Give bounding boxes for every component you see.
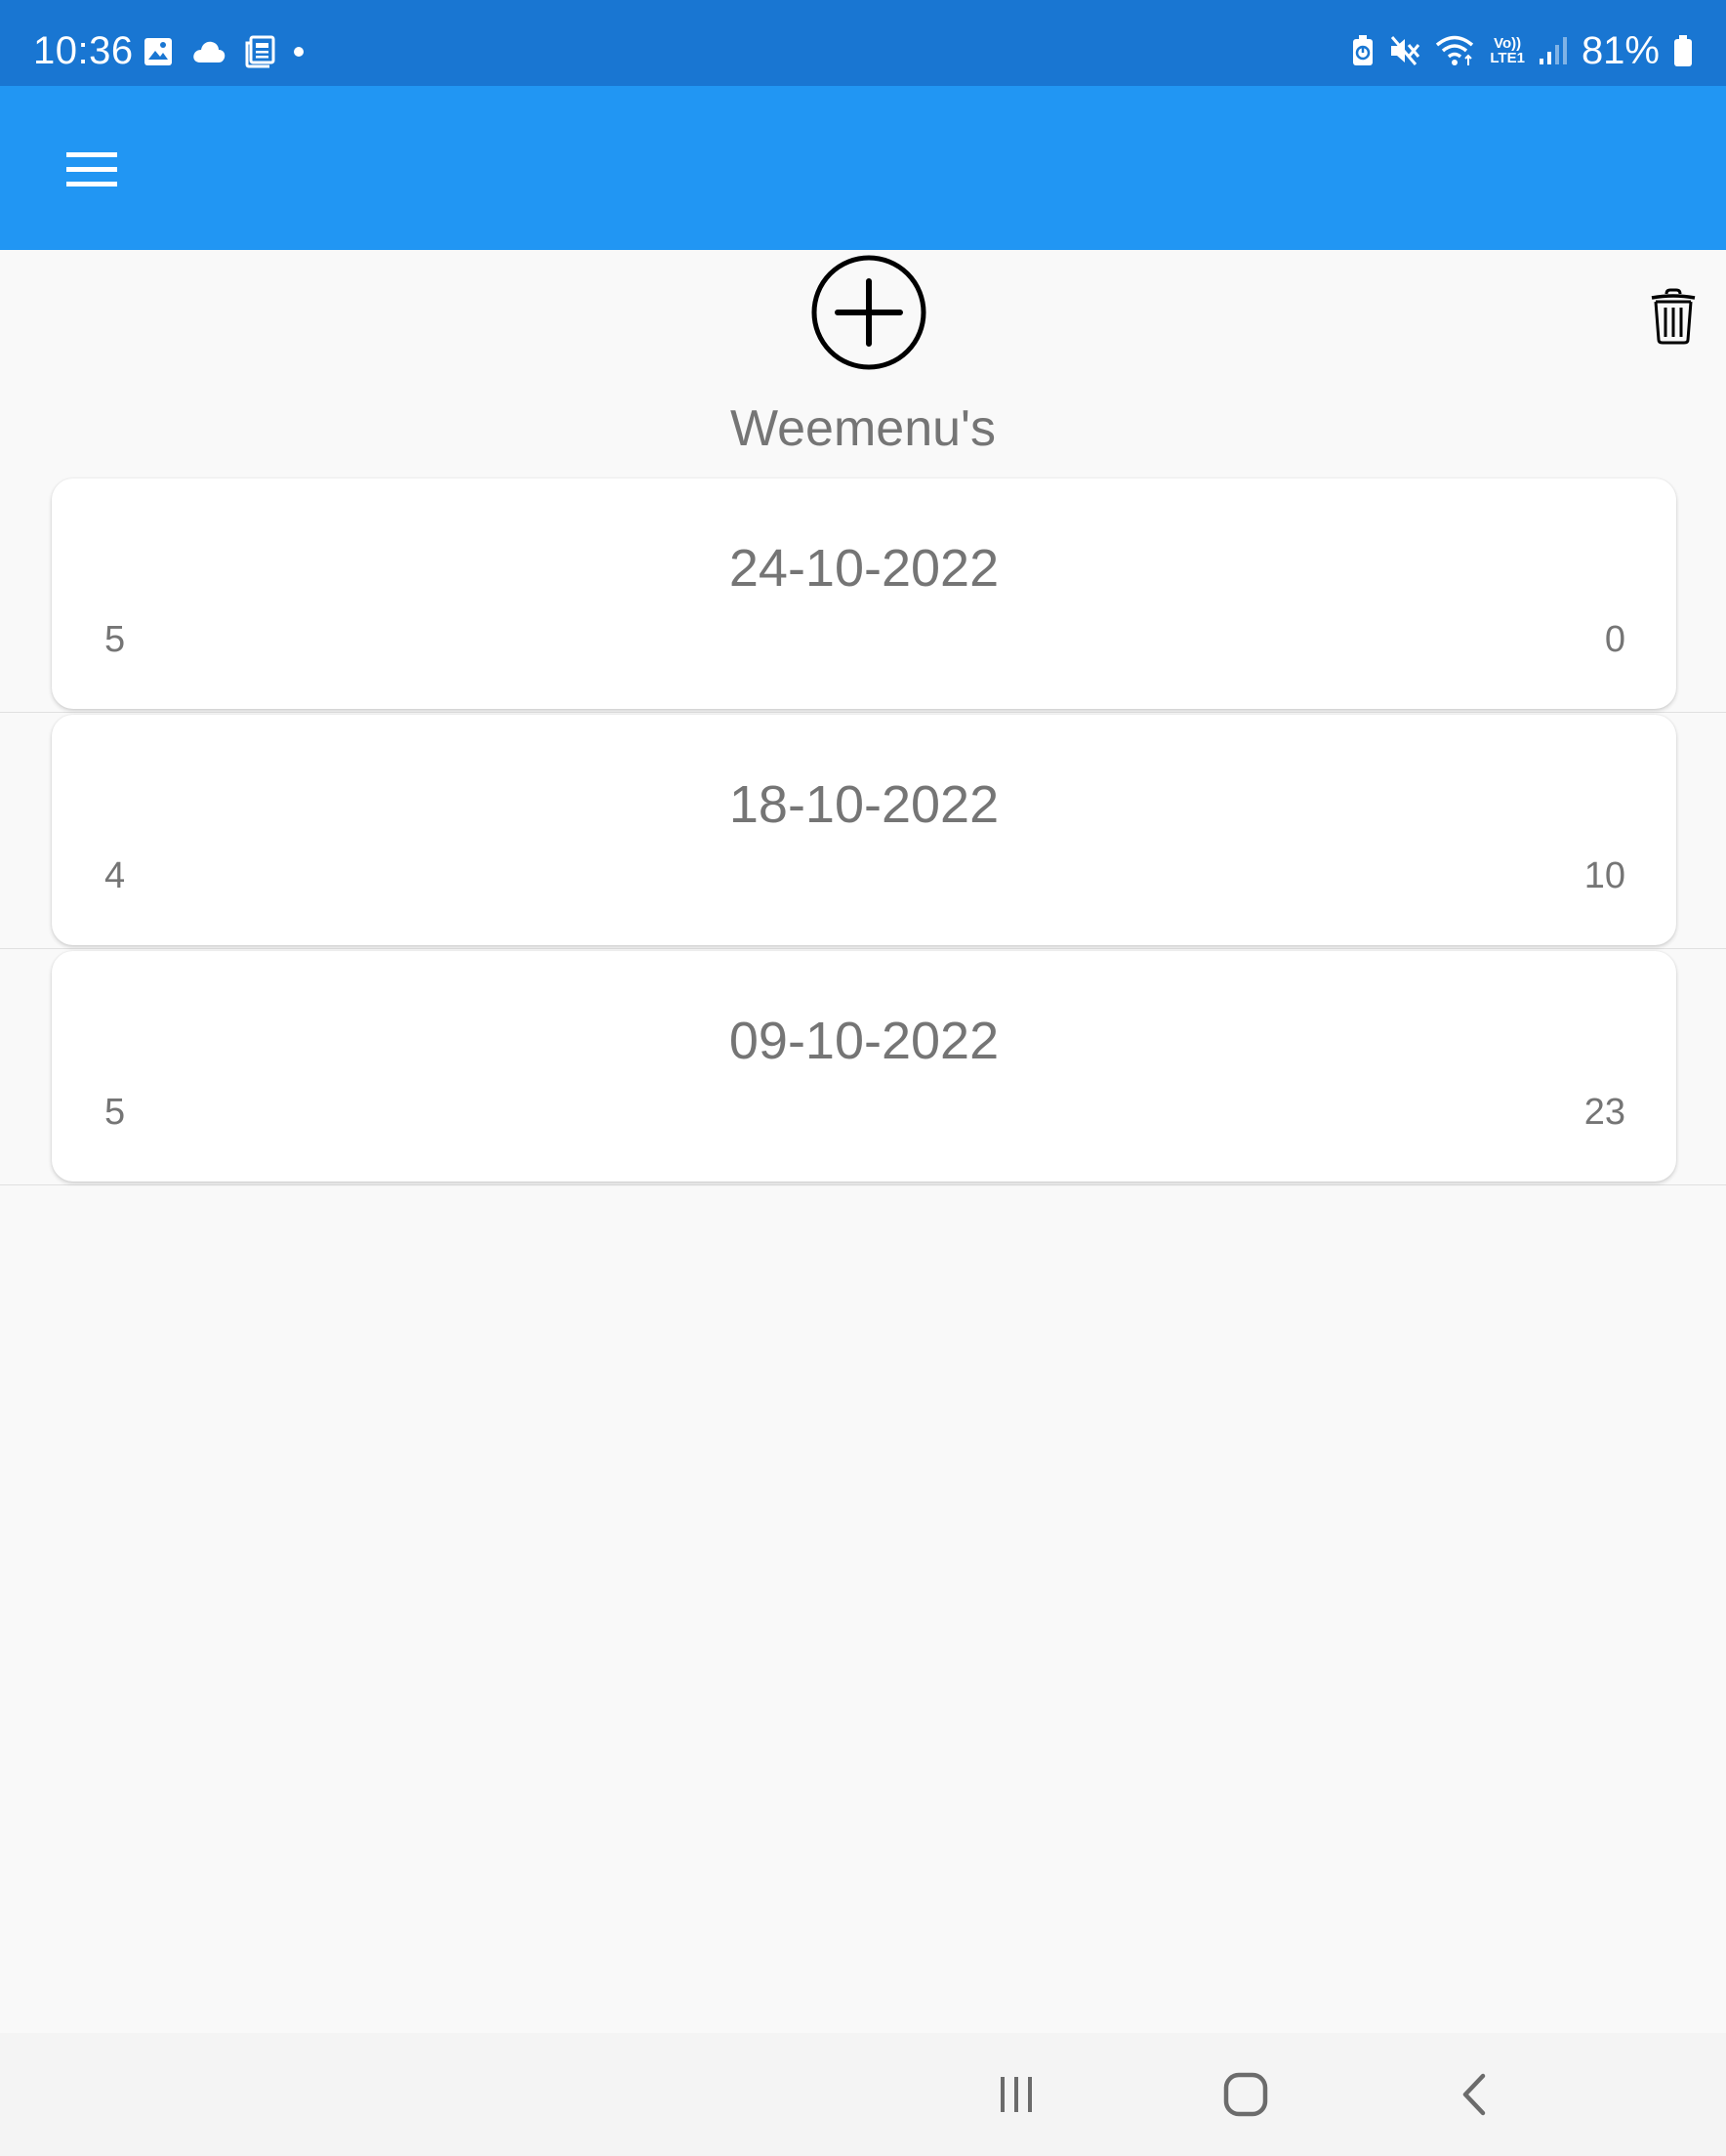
status-notification-icons <box>143 31 305 72</box>
image-icon <box>144 38 172 65</box>
app-bar <box>0 86 1726 250</box>
menu-left-value: 5 <box>104 619 126 660</box>
menu-list: 24-10-2022 5 0 18-10-2022 4 10 09-10-202… <box>0 477 1726 1185</box>
delete-button[interactable] <box>1646 285 1701 348</box>
menu-card[interactable]: 18-10-2022 4 10 <box>52 715 1676 945</box>
menu-button[interactable] <box>47 137 137 203</box>
home-icon <box>1223 2072 1268 2117</box>
add-button[interactable] <box>808 252 929 373</box>
menu-date: 09-10-2022 <box>728 1012 1000 1070</box>
battery-percent: 81% <box>1581 29 1660 72</box>
add-circle-icon <box>811 255 926 370</box>
volte-label: Vo)) <box>1494 35 1522 52</box>
navigation-bar <box>0 2033 1726 2156</box>
cloud-icon <box>193 41 226 62</box>
lte-label: LTE1 <box>1490 50 1525 66</box>
battery-icon <box>1674 35 1692 66</box>
battery-saver-icon <box>1353 35 1374 65</box>
back-icon <box>1462 2073 1486 2116</box>
recent-apps-button[interactable] <box>975 2058 1057 2131</box>
menu-left-value: 4 <box>104 855 126 896</box>
home-button[interactable] <box>1205 2058 1287 2131</box>
back-button[interactable] <box>1433 2058 1515 2131</box>
menu-date: 18-10-2022 <box>728 775 1000 834</box>
list-item: 09-10-2022 5 23 <box>0 949 1726 1185</box>
list-item: 24-10-2022 5 0 <box>0 477 1726 713</box>
menu-icon <box>66 152 117 187</box>
page-title: Weemenu's <box>730 400 996 457</box>
menu-left-value: 5 <box>104 1092 126 1133</box>
status-bar: 10:36 Vo)) LTE1 81% <box>0 0 1726 86</box>
news-icon <box>245 35 275 68</box>
menu-right-value: 0 <box>1604 619 1625 660</box>
volte-lte-icon: Vo)) LTE1 <box>1490 36 1525 65</box>
status-time: 10:36 <box>33 29 134 72</box>
menu-right-value: 23 <box>1583 1092 1625 1133</box>
dot-icon <box>294 47 304 57</box>
menu-card[interactable]: 24-10-2022 5 0 <box>52 478 1676 709</box>
menu-card[interactable]: 09-10-2022 5 23 <box>52 951 1676 1182</box>
wifi-icon <box>1436 35 1474 65</box>
recent-apps-icon <box>1001 2077 1032 2112</box>
list-item: 18-10-2022 4 10 <box>0 713 1726 949</box>
status-system-icons: Vo)) LTE1 81% <box>1351 27 1693 74</box>
menu-date: 24-10-2022 <box>728 539 1000 598</box>
menu-right-value: 10 <box>1583 855 1625 896</box>
trash-icon <box>1651 288 1696 345</box>
signal-icon <box>1539 37 1567 64</box>
mute-icon <box>1391 36 1420 65</box>
